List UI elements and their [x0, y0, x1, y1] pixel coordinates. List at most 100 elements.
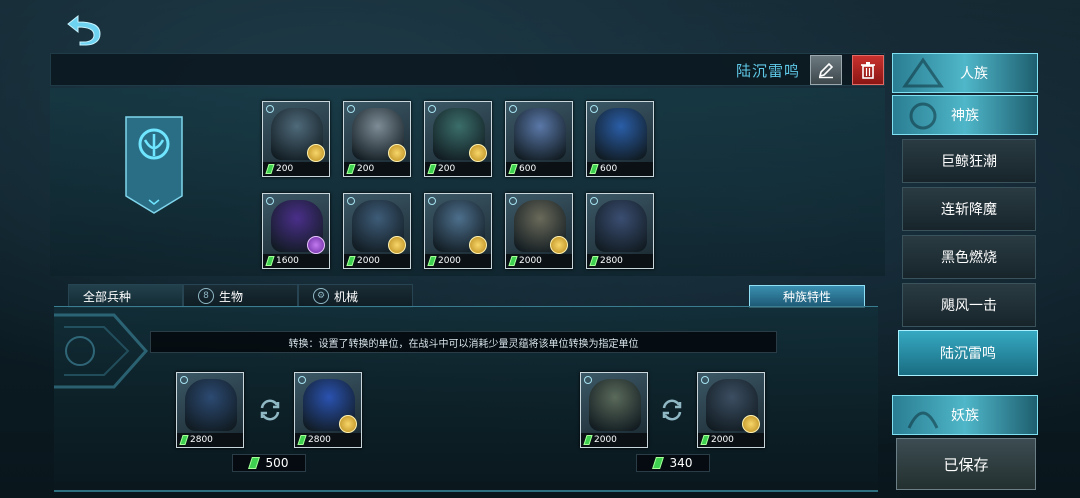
unit-card[interactable]: 200 — [343, 101, 411, 177]
race-tab-human[interactable]: 人族 — [892, 53, 1038, 93]
unit-card[interactable]: 200 — [262, 101, 330, 177]
deck-item-1[interactable]: 巨鲸狂潮 — [902, 139, 1036, 183]
deck-item-3[interactable]: 黑色燃烧 — [902, 235, 1036, 279]
swap-arrows-icon — [662, 399, 682, 421]
bio-icon: 8 — [198, 288, 214, 304]
unit-type-icon — [428, 105, 436, 113]
gem-icon — [297, 435, 307, 445]
gem-icon — [265, 164, 275, 174]
gem-icon — [427, 164, 437, 174]
unit-cost: 2000 — [425, 254, 491, 268]
unit-cost: 2000 — [344, 254, 410, 268]
back-arrow-icon — [67, 14, 101, 46]
unit-type-icon — [428, 197, 436, 205]
gem-icon — [179, 435, 189, 445]
god-race-emblem-icon — [909, 102, 937, 130]
race-tab-god[interactable]: 神族 — [892, 95, 1038, 135]
tab-all-units[interactable]: 全部兵种 — [68, 284, 183, 308]
unit-skill-badge-icon — [388, 144, 406, 162]
unit-cost: 2800 — [587, 254, 653, 268]
conversion-target-unit[interactable]: 2000 — [697, 372, 765, 448]
deck-header-bar: 陆沉雷鸣 — [50, 53, 885, 86]
unit-card[interactable]: 2800 — [586, 193, 654, 269]
panel-emblem-icon — [54, 313, 149, 389]
unit-cost: 600 — [506, 162, 572, 176]
race-tab-demon[interactable]: 妖族 — [892, 395, 1038, 435]
unit-type-icon — [180, 376, 188, 384]
pencil-icon — [818, 62, 834, 79]
unit-type-icon — [347, 197, 355, 205]
unit-cost: 200 — [263, 162, 329, 176]
conversion-price: 340 — [636, 454, 710, 472]
unit-card[interactable]: 2000 — [424, 193, 492, 269]
gem-icon — [583, 435, 593, 445]
unit-cost: 2000 — [698, 433, 764, 447]
unit-type-icon — [584, 376, 592, 384]
unit-type-icon — [266, 105, 274, 113]
unit-portrait — [595, 108, 647, 160]
race-trait-button[interactable]: 种族特性 — [749, 285, 865, 308]
unit-portrait — [595, 200, 647, 252]
unit-card[interactable]: 2000 — [343, 193, 411, 269]
deck-item-5-active[interactable]: 陆沉雷鸣 — [898, 330, 1038, 376]
unit-skill-badge-icon — [339, 415, 357, 433]
unit-skill-badge-icon — [388, 236, 406, 254]
gem-icon — [651, 457, 664, 469]
unit-cost: 200 — [344, 162, 410, 176]
unit-cost: 2000 — [581, 433, 647, 447]
deck-name: 陆沉雷鸣 — [735, 62, 800, 80]
conversion-description: 转换：设置了转换的单位，在战斗中可以消耗少量灵蕴将该单位转换为指定单位 — [150, 331, 777, 353]
unit-cost: 600 — [587, 162, 653, 176]
tab-bio[interactable]: 8 生物 — [183, 284, 298, 308]
unit-card[interactable]: 600 — [586, 101, 654, 177]
gem-icon — [265, 256, 275, 266]
unit-cost: 2800 — [177, 433, 243, 447]
race-banner — [125, 116, 183, 214]
unit-skill-badge-icon — [307, 144, 325, 162]
gear-icon: ⚙ — [313, 288, 329, 304]
unit-filter-tabs: 全部兵种 8 生物 ⚙ 机械 — [68, 284, 413, 308]
unit-skill-badge-icon — [469, 144, 487, 162]
delete-deck-button[interactable] — [852, 55, 884, 85]
deck-item-2[interactable]: 连斩降魔 — [902, 187, 1036, 231]
unit-type-icon — [701, 376, 709, 384]
unit-cost: 200 — [425, 162, 491, 176]
gem-icon — [508, 164, 518, 174]
god-race-emblem-icon — [125, 116, 183, 214]
back-button[interactable] — [62, 10, 106, 48]
unit-type-icon — [590, 105, 598, 113]
unit-type-icon — [509, 197, 517, 205]
conversion-source-unit[interactable]: 2000 — [580, 372, 648, 448]
unit-skill-badge-icon — [469, 236, 487, 254]
trash-icon — [861, 62, 875, 79]
gem-icon — [427, 256, 437, 266]
unit-cost: 1600 — [263, 254, 329, 268]
unit-card[interactable]: 2000 — [505, 193, 573, 269]
tab-mech[interactable]: ⚙ 机械 — [298, 284, 413, 308]
unit-card[interactable]: 600 — [505, 101, 573, 177]
unit-skill-badge-icon — [742, 415, 760, 433]
conversion-source-unit[interactable]: 2800 — [176, 372, 244, 448]
edit-name-button[interactable] — [810, 55, 842, 85]
unit-portrait — [514, 108, 566, 160]
gem-icon — [247, 457, 260, 469]
demon-race-emblem-icon — [907, 411, 939, 429]
unit-type-icon — [347, 105, 355, 113]
gem-icon — [346, 256, 356, 266]
deck-item-4[interactable]: 飓风一击 — [902, 283, 1036, 327]
gem-icon — [700, 435, 710, 445]
unit-type-icon — [509, 105, 517, 113]
unit-type-icon — [266, 197, 274, 205]
saved-status-button[interactable]: 已保存 — [896, 438, 1036, 490]
unit-cost: 2800 — [295, 433, 361, 447]
unit-card[interactable]: 1600 — [262, 193, 330, 269]
gem-icon — [508, 256, 518, 266]
conversion-price: 500 — [232, 454, 306, 472]
unit-card[interactable]: 200 — [424, 101, 492, 177]
human-race-emblem-icon — [902, 57, 944, 88]
unit-type-icon — [298, 376, 306, 384]
unit-skill-badge-icon — [307, 236, 325, 254]
gem-icon — [589, 164, 599, 174]
gem-icon — [589, 256, 599, 266]
conversion-target-unit[interactable]: 2800 — [294, 372, 362, 448]
